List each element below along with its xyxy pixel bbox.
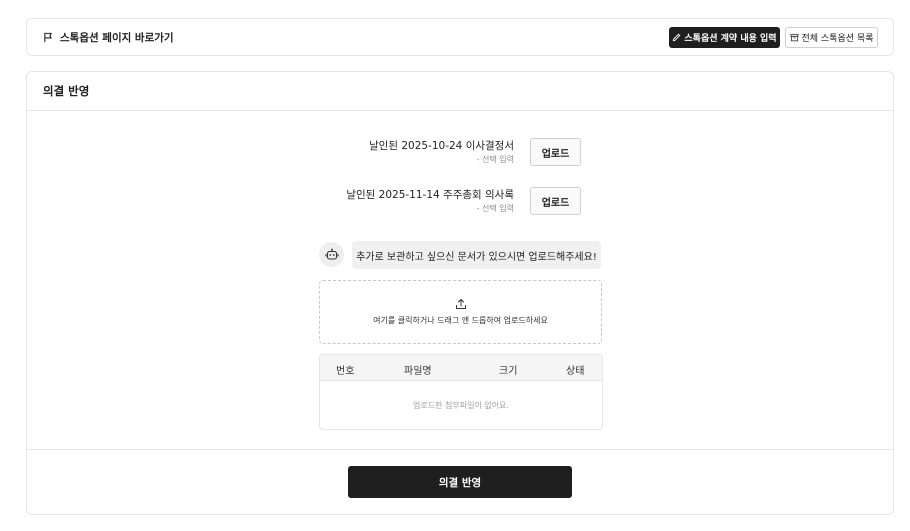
flag-icon — [44, 32, 52, 42]
document-optional-note: - 선택 입력 — [476, 155, 514, 164]
document-title: 날인된 2025-10-24 이사결정서 — [369, 140, 514, 152]
dropzone-text: 여기를 클릭하거나 드래그 앤 드롭하여 업로드하세요 — [373, 316, 548, 325]
upload-button[interactable]: 업로드 — [530, 138, 581, 166]
attachment-table: 번호 파일명 크기 상태 업로드한 첨부파일이 없어요. — [319, 354, 603, 430]
stock-option-list-button-label: 전체 스톡옵션 목록 — [801, 34, 874, 44]
resolution-card: 의결 반영 날인된 2025-10-24 이사결정서 - 선택 입력 업로드 날… — [26, 71, 894, 515]
stock-option-list-button[interactable]: 전체 스톡옵션 목록 — [785, 27, 878, 48]
contract-input-button-label: 스톡옵션 계약 내용 입력 — [684, 34, 777, 44]
upload-icon — [455, 299, 466, 309]
contract-input-button[interactable]: 스톡옵션 계약 내용 입력 — [669, 27, 780, 48]
column-header-status: 상태 — [566, 366, 585, 377]
table-empty-message: 업로드한 첨부파일이 없어요. — [413, 400, 509, 410]
pencil-icon — [673, 33, 681, 42]
document-row-shareholder-minutes: 날인된 2025-11-14 주주총회 의사록 - 선택 입력 업로드 — [281, 187, 581, 221]
stock-option-page-link[interactable]: 스톡옵션 페이지 바로가기 — [43, 19, 174, 55]
bot-icon — [324, 248, 339, 260]
card-footer: 의결 반영 — [27, 449, 893, 515]
stock-option-page-link-label: 스톡옵션 페이지 바로가기 — [60, 31, 174, 44]
document-title: 날인된 2025-11-14 주주총회 의사록 — [346, 189, 514, 201]
bot-avatar — [319, 242, 344, 267]
submit-resolution-button[interactable]: 의결 반영 — [348, 466, 572, 498]
upload-button[interactable]: 업로드 — [530, 187, 581, 215]
card-title: 의결 반영 — [27, 72, 893, 111]
column-header-filename: 파일명 — [404, 366, 432, 377]
document-optional-note: - 선택 입력 — [476, 204, 514, 213]
bot-message: 추가로 보관하고 싶으신 문서가 있으시면 업로드해주세요! — [352, 241, 601, 269]
table-header: 번호 파일명 크기 상태 — [320, 355, 602, 381]
column-header-size: 크기 — [499, 366, 518, 377]
archive-icon — [790, 33, 799, 42]
document-row-board-resolution: 날인된 2025-10-24 이사결정서 - 선택 입력 업로드 — [281, 138, 581, 172]
column-header-number: 번호 — [336, 366, 355, 377]
top-bar: 스톡옵션 페이지 바로가기 스톡옵션 계약 내용 입력 전체 스톡옵션 목록 — [26, 18, 894, 56]
file-dropzone[interactable]: 여기를 클릭하거나 드래그 앤 드롭하여 업로드하세요 — [319, 280, 602, 344]
